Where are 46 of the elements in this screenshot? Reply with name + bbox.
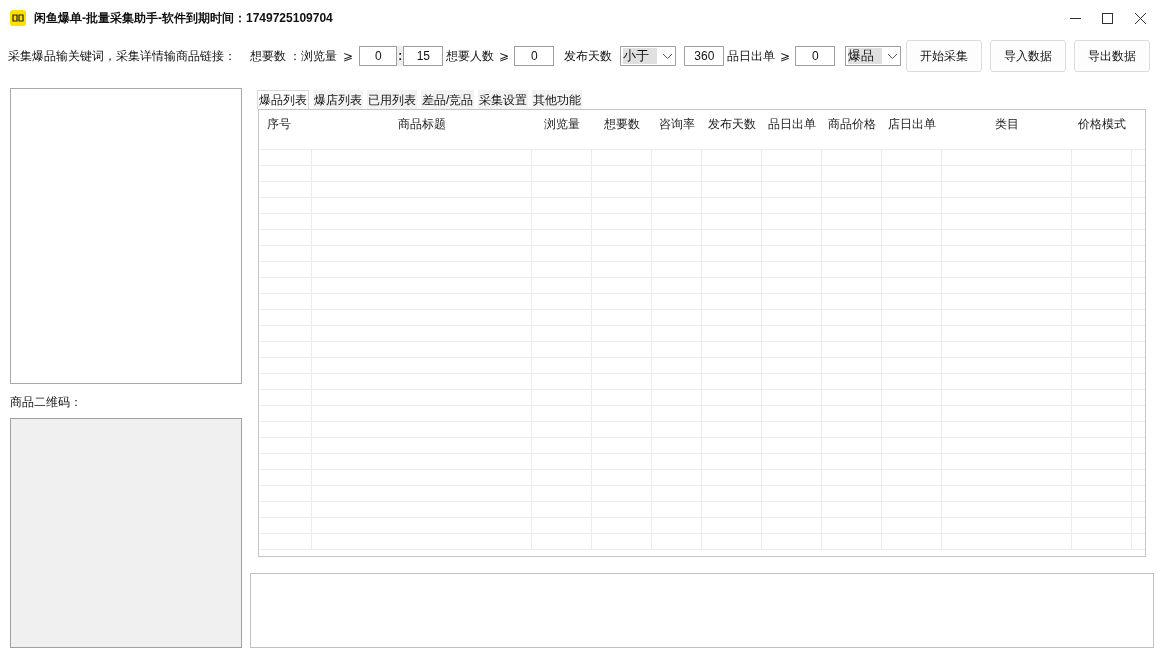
maximize-icon xyxy=(1101,12,1113,24)
action-button[interactable]: 导入数据 xyxy=(990,40,1067,72)
column-header[interactable]: 品日出单 xyxy=(762,115,822,133)
log-text-area[interactable] xyxy=(250,573,1154,648)
column-header[interactable]: 店日出单 xyxy=(882,115,942,133)
number-field[interactable]: 0 xyxy=(514,46,555,66)
tab[interactable]: 其他功能 xyxy=(532,90,583,109)
column-header[interactable]: 咨询率 xyxy=(652,115,702,133)
number-field[interactable]: 0 xyxy=(795,46,836,66)
number-field[interactable]: 0 xyxy=(359,46,398,66)
column-header[interactable]: 价格模式 xyxy=(1072,115,1132,133)
chevron-down-icon xyxy=(662,52,674,60)
keyword-label: 采集爆品输关键词，采集详情输商品链接： xyxy=(8,48,236,65)
daily-orders-label: 品日出单 xyxy=(727,48,776,65)
minimize-icon xyxy=(1069,17,1081,19)
want-count-label: 想要人数 xyxy=(446,48,495,65)
number-field[interactable]: 360 xyxy=(684,46,725,66)
chevron-down-icon xyxy=(887,52,899,60)
window-title: 闲鱼爆单-批量采集助手-软件到期时间：1749725109704 xyxy=(34,10,333,27)
dropdown[interactable]: 小于 xyxy=(620,46,677,66)
column-header[interactable]: 商品标题 xyxy=(312,115,532,133)
close-icon xyxy=(1134,12,1146,24)
logo-icon xyxy=(10,10,26,26)
column-header[interactable]: 发布天数 xyxy=(702,115,762,133)
dropdown[interactable]: 爆品 xyxy=(845,46,902,66)
tab[interactable]: 爆店列表 xyxy=(313,90,363,109)
keyword-list[interactable] xyxy=(10,88,242,384)
column-header[interactable]: 序号 xyxy=(260,115,312,133)
action-button[interactable]: 开始采集 xyxy=(906,40,983,72)
column-header[interactable]: 商品价格 xyxy=(822,115,882,133)
column-header[interactable]: 类目 xyxy=(942,115,1072,133)
days-label: 发布天数 xyxy=(564,48,613,65)
ratio-label: 想要数 ：浏览量 xyxy=(250,48,338,65)
comparison-sign: ⩾ xyxy=(780,48,791,65)
qr-code-label: 商品二维码： xyxy=(10,394,83,411)
tab[interactable]: 差品/竞品 xyxy=(421,90,475,109)
number-field[interactable]: 15 xyxy=(403,46,444,66)
column-header[interactable]: 想要数 xyxy=(592,115,652,133)
comparison-sign: ⩾ xyxy=(499,48,510,65)
action-button[interactable]: 导出数据 xyxy=(1074,40,1151,72)
tab[interactable]: 采集设置 xyxy=(478,90,529,109)
tab[interactable]: 已用列表 xyxy=(367,90,417,109)
separator: : xyxy=(397,46,404,66)
column-header[interactable]: 浏览量 xyxy=(532,115,592,133)
comparison-sign: ⩾ xyxy=(343,48,354,65)
tab[interactable]: 爆品列表 xyxy=(257,90,309,109)
